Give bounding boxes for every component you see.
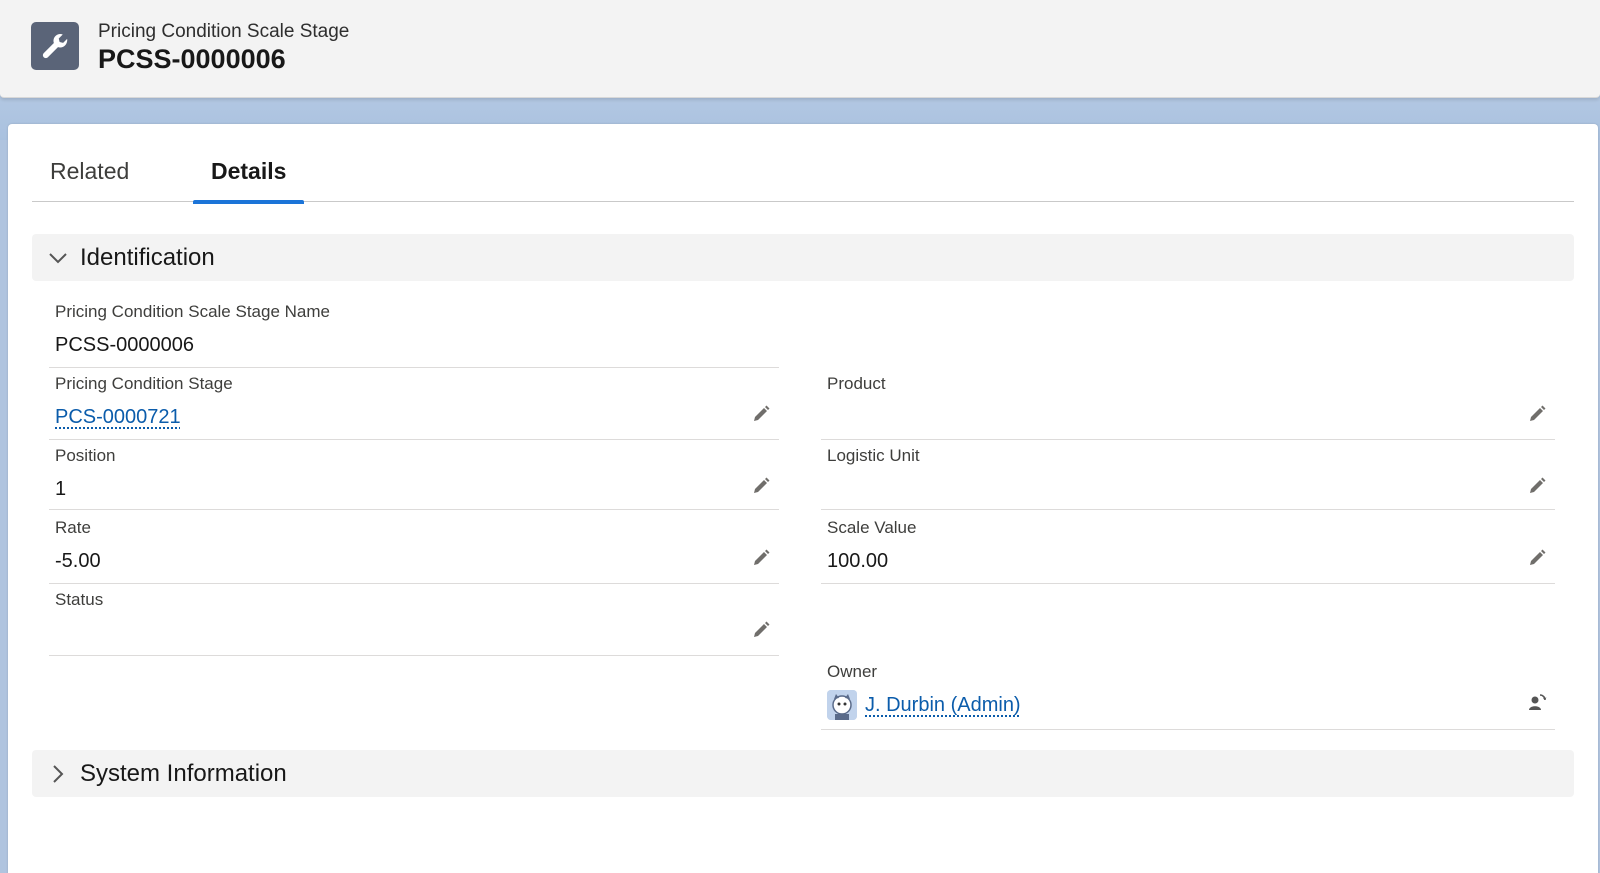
field-value: 1: [55, 478, 67, 500]
field-label: Logistic Unit: [827, 446, 920, 465]
pencil-icon[interactable]: [749, 546, 773, 570]
pencil-icon[interactable]: [1525, 474, 1549, 498]
pencil-icon[interactable]: [749, 402, 773, 426]
wrench-icon: [31, 22, 79, 70]
pencil-icon[interactable]: [1525, 546, 1549, 570]
field-label: Scale Value: [827, 518, 917, 537]
tab-bar: Related Details: [32, 124, 1574, 204]
field-position: Position 1: [49, 440, 779, 510]
pencil-icon[interactable]: [749, 474, 773, 498]
change-owner-icon[interactable]: [1525, 690, 1549, 714]
record-title: PCSS-0000006: [98, 44, 286, 74]
pricing-condition-stage-link[interactable]: PCS-0000721: [55, 406, 181, 429]
field-logistic-unit: Logistic Unit: [821, 440, 1555, 510]
record-header: Pricing Condition Scale Stage PCSS-00000…: [0, 0, 1600, 98]
object-type-label: Pricing Condition Scale Stage: [98, 21, 350, 42]
field-scale-value: Scale Value 100.00: [821, 512, 1555, 584]
field-label: Rate: [55, 518, 91, 537]
details-card: Related Details Identification Pricing C…: [8, 124, 1598, 873]
chevron-right-icon: [46, 762, 70, 786]
field-label: Pricing Condition Stage: [55, 374, 233, 393]
field-scale-stage-name: Pricing Condition Scale Stage Name PCSS-…: [49, 296, 779, 368]
field-pricing-condition-stage: Pricing Condition Stage PCS-0000721: [49, 368, 779, 440]
field-label: Pricing Condition Scale Stage Name: [55, 302, 330, 321]
field-value: 100.00: [827, 550, 889, 572]
field-value: -5.00: [55, 550, 101, 572]
chevron-down-icon: [46, 246, 70, 270]
field-label: Position: [55, 446, 116, 465]
field-owner: Owner J. Durbin (Admin): [821, 656, 1555, 730]
section-system-information-label: System Information: [80, 760, 287, 787]
pencil-icon[interactable]: [749, 618, 773, 642]
field-label: Status: [55, 590, 104, 609]
tab-related[interactable]: Related: [32, 158, 147, 202]
field-value: PCSS-0000006: [55, 334, 194, 356]
avatar: [827, 690, 857, 720]
section-identification-label: Identification: [80, 244, 215, 271]
section-system-information-header[interactable]: System Information: [32, 750, 1574, 797]
owner-link[interactable]: J. Durbin (Admin): [865, 694, 1021, 717]
pencil-icon[interactable]: [1525, 402, 1549, 426]
field-label: Owner: [827, 662, 878, 681]
field-status: Status: [49, 584, 779, 656]
field-label: Product: [827, 374, 886, 393]
field-rate: Rate -5.00: [49, 512, 779, 584]
tab-details[interactable]: Details: [193, 158, 305, 204]
field-product: Product: [821, 368, 1555, 440]
section-identification-header[interactable]: Identification: [32, 234, 1574, 281]
